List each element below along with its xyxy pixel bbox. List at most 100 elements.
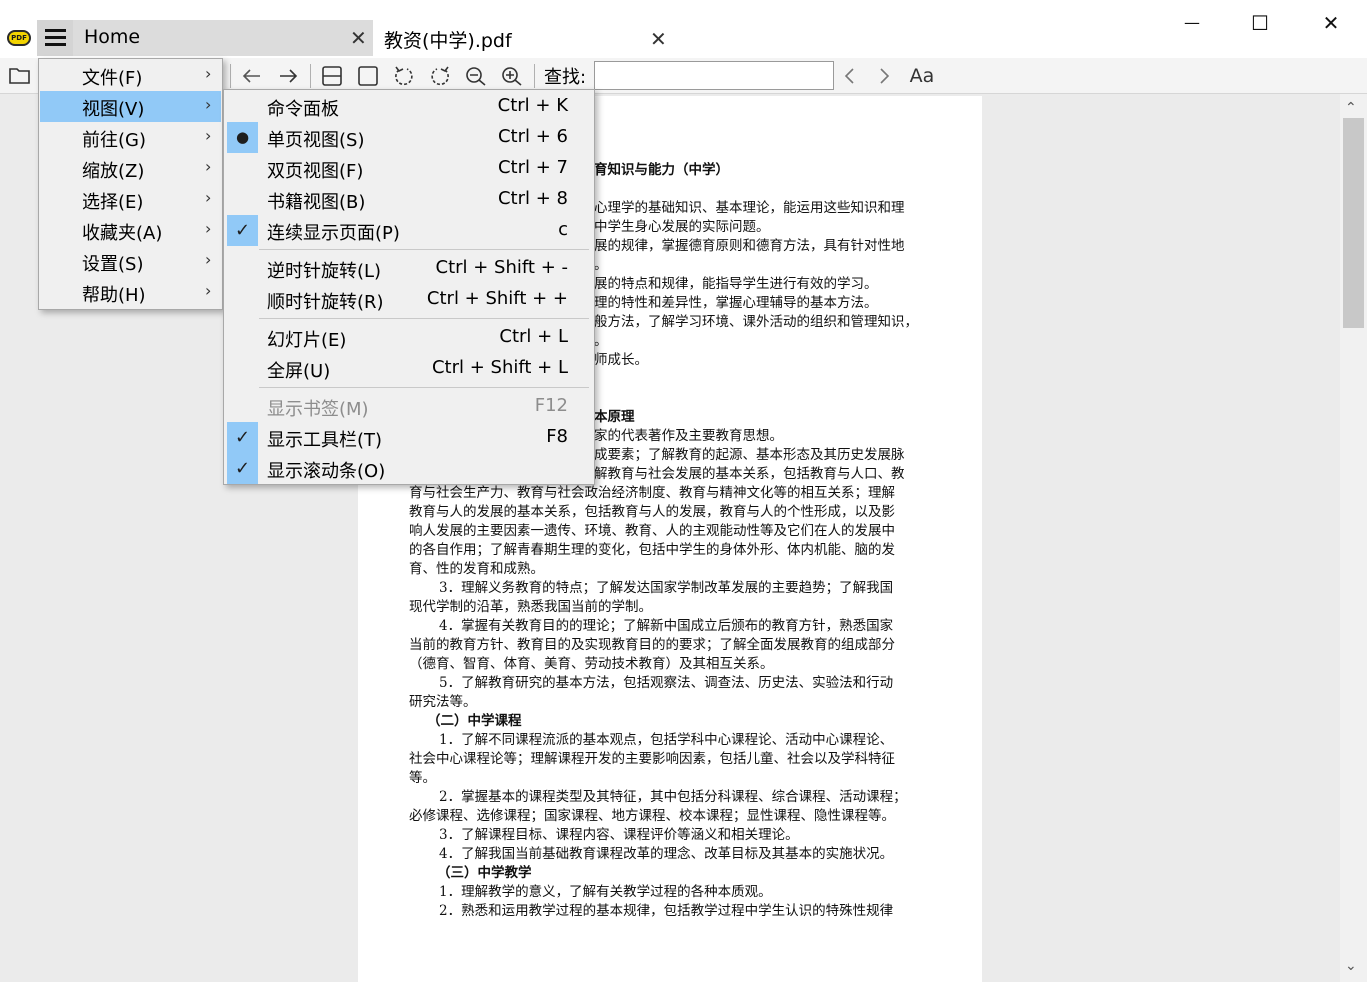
menu-shortcut: F12 xyxy=(534,395,568,416)
document-text-line: 育、性的发育和成熟。 xyxy=(409,561,544,577)
rotate-left-icon[interactable] xyxy=(390,63,418,89)
menu-item-show-bookmarks: 显示书签(M) F12 xyxy=(225,391,593,422)
menu-item-show-scrollbar[interactable]: ✓ 显示滚动条(O) xyxy=(225,453,593,484)
menu-shortcut: Ctrl + Shift + + xyxy=(426,288,568,309)
menu-item-label: 选择(E) xyxy=(82,192,144,213)
menu-item-rotate-left[interactable]: 逆时针旋转(L) Ctrl + Shift + - xyxy=(225,253,593,284)
menu-check-gutter xyxy=(227,391,258,422)
hamburger-menu-button[interactable] xyxy=(37,20,73,56)
zoom-out-icon[interactable] xyxy=(462,63,490,89)
submenu-arrow-icon: › xyxy=(205,188,212,207)
toolbar-separator xyxy=(230,64,231,88)
menu-separator xyxy=(259,249,589,250)
menu-shortcut: Ctrl + Shift + L xyxy=(431,357,568,378)
menu-mark-icon xyxy=(227,91,258,122)
menu-item-help[interactable]: 帮助(H) › xyxy=(40,277,221,308)
maximize-button[interactable]: ☐ xyxy=(1240,8,1280,38)
menu-item-goto[interactable]: 前往(G) › xyxy=(40,122,221,153)
document-text-line: 必修课程、选修课程；国家课程、地方课程、校本课程；显性课程、隐性课程等。 xyxy=(409,808,895,824)
tab-close-icon[interactable]: ✕ xyxy=(350,26,367,50)
menu-item-select[interactable]: 选择(E) › xyxy=(40,184,221,215)
tab-label: Home xyxy=(84,26,141,48)
menu-shortcut: Ctrl + Shift + - xyxy=(435,257,569,278)
menu-item-favorites[interactable]: 收藏夹(A) › xyxy=(40,215,221,246)
find-previous-icon[interactable] xyxy=(836,63,864,89)
menu-item-fullscreen[interactable]: 全屏(U) Ctrl + Shift + L xyxy=(225,353,593,384)
minimize-button[interactable]: — xyxy=(1172,8,1212,38)
menu-check-gutter xyxy=(227,91,258,122)
view-submenu: 命令面板 Ctrl + K ● 单页视图(S) Ctrl + 6 双页视图(F)… xyxy=(223,89,595,485)
menu-item-book-view[interactable]: 书籍视图(B) Ctrl + 8 xyxy=(225,184,593,215)
scroll-down-icon[interactable]: ⌄ xyxy=(1345,958,1357,974)
menu-item-label: 显示滚动条(O) xyxy=(267,461,386,482)
document-text-line: 2．掌握基本的课程类型及其特征，其中包括分科课程、综合课程、活动课程； xyxy=(439,789,907,805)
menu-item-label: 双页视图(F) xyxy=(267,161,364,182)
checkmark-icon: ✓ xyxy=(234,220,251,241)
toolbar-separator xyxy=(534,64,535,88)
match-case-button[interactable]: Aa xyxy=(906,63,938,89)
submenu-arrow-icon: › xyxy=(205,126,212,145)
document-text-line: （三）中学教学 xyxy=(437,865,532,881)
menu-item-label: 视图(V) xyxy=(82,99,145,120)
forward-arrow-icon[interactable] xyxy=(274,63,302,89)
fit-width-icon[interactable] xyxy=(354,63,382,89)
tab-close-icon[interactable]: ✕ xyxy=(650,27,667,51)
main-menu: 文件(F) › 视图(V) › 前往(G) › 缩放(Z) › 选择(E) › … xyxy=(38,58,223,310)
document-text-line: 育与社会生产力、教育与社会政治经济制度、教育与精神文化等的相互关系；理解 xyxy=(409,485,895,501)
menu-item-label: 逆时针旋转(L) xyxy=(267,261,382,282)
fit-page-icon[interactable] xyxy=(318,63,346,89)
checkmark-icon: ✓ xyxy=(234,427,251,448)
menu-item-presentation[interactable]: 幻灯片(E) Ctrl + L xyxy=(225,322,593,353)
tab-document[interactable]: 教资(中学).pdf ✕ xyxy=(373,20,673,56)
search-input[interactable] xyxy=(594,61,834,90)
toolbar-separator xyxy=(310,64,311,88)
submenu-arrow-icon: › xyxy=(205,281,212,300)
document-text-line: 研究法等。 xyxy=(409,694,477,710)
menu-shortcut: c xyxy=(558,219,568,240)
menu-item-settings[interactable]: 设置(S) › xyxy=(40,246,221,277)
tab-label: 教资(中学).pdf xyxy=(384,30,512,52)
document-text-line: （二）中学课程 xyxy=(427,713,522,729)
menu-item-show-toolbar[interactable]: ✓ 显示工具栏(T) F8 xyxy=(225,422,593,453)
menu-item-zoom[interactable]: 缩放(Z) › xyxy=(40,153,221,184)
document-text-line: 的各自作用；了解青春期生理的变化，包括中学生的身体外形、体内机能、脑的发 xyxy=(409,542,895,558)
document-text-line: 5．了解教育研究的基本方法，包括观察法、调查法、历史法、实验法和行动 xyxy=(439,675,894,691)
menu-mark-icon xyxy=(227,284,258,315)
menu-mark-icon xyxy=(227,391,258,422)
menu-item-view[interactable]: 视图(V) › xyxy=(40,91,221,122)
menu-item-label: 书籍视图(B) xyxy=(267,192,366,213)
document-text-line: 1．了解不同课程流派的基本观点，包括学科中心课程论、活动中心课程论、 xyxy=(439,732,894,748)
close-window-button[interactable]: ✕ xyxy=(1311,8,1351,38)
open-folder-icon[interactable] xyxy=(6,63,34,89)
checkmark-icon: ✓ xyxy=(234,458,251,479)
menu-mark-icon xyxy=(227,184,258,215)
menu-item-continuous[interactable]: ✓ 连续显示页面(P) c xyxy=(225,215,593,246)
menu-item-label: 显示书签(M) xyxy=(267,399,369,420)
find-next-icon[interactable] xyxy=(870,63,898,89)
tab-home[interactable]: Home ✕ xyxy=(73,20,373,56)
menu-item-label: 连续显示页面(P) xyxy=(267,223,400,244)
menu-check-gutter xyxy=(227,253,258,284)
menu-shortcut: Ctrl + 6 xyxy=(497,126,568,147)
menu-item-single-page[interactable]: ● 单页视图(S) Ctrl + 6 xyxy=(225,122,593,153)
zoom-in-icon[interactable] xyxy=(498,63,526,89)
submenu-arrow-icon: › xyxy=(205,219,212,238)
document-text-line: 当前的教育方针、教育目的及实现教育目的的要求；了解全面发展教育的组成部分 xyxy=(409,637,895,653)
menu-item-file[interactable]: 文件(F) › xyxy=(40,60,221,91)
radio-dot-icon: ● xyxy=(235,128,250,146)
scroll-up-icon[interactable]: ⌃ xyxy=(1345,100,1357,116)
document-text-line: 4．了解我国当前基础教育课程改革的理念、改革目标及其基本的实施状况。 xyxy=(439,846,894,862)
menu-mark-icon xyxy=(227,353,258,384)
menu-mark-icon xyxy=(227,153,258,184)
rotate-right-icon[interactable] xyxy=(426,63,454,89)
vertical-scrollbar[interactable]: ⌃ ⌄ xyxy=(1340,94,1367,982)
scrollbar-thumb[interactable] xyxy=(1343,118,1364,328)
menu-shortcut: Ctrl + 7 xyxy=(497,157,568,178)
menu-item-label: 全屏(U) xyxy=(267,361,331,382)
back-arrow-icon[interactable] xyxy=(238,63,266,89)
menu-item-command-palette[interactable]: 命令面板 Ctrl + K xyxy=(225,91,593,122)
menu-item-facing[interactable]: 双页视图(F) Ctrl + 7 xyxy=(225,153,593,184)
menu-item-rotate-right[interactable]: 顺时针旋转(R) Ctrl + Shift + + xyxy=(225,284,593,315)
menu-shortcut: Ctrl + K xyxy=(497,95,568,116)
search-label: 查找: xyxy=(544,67,587,88)
